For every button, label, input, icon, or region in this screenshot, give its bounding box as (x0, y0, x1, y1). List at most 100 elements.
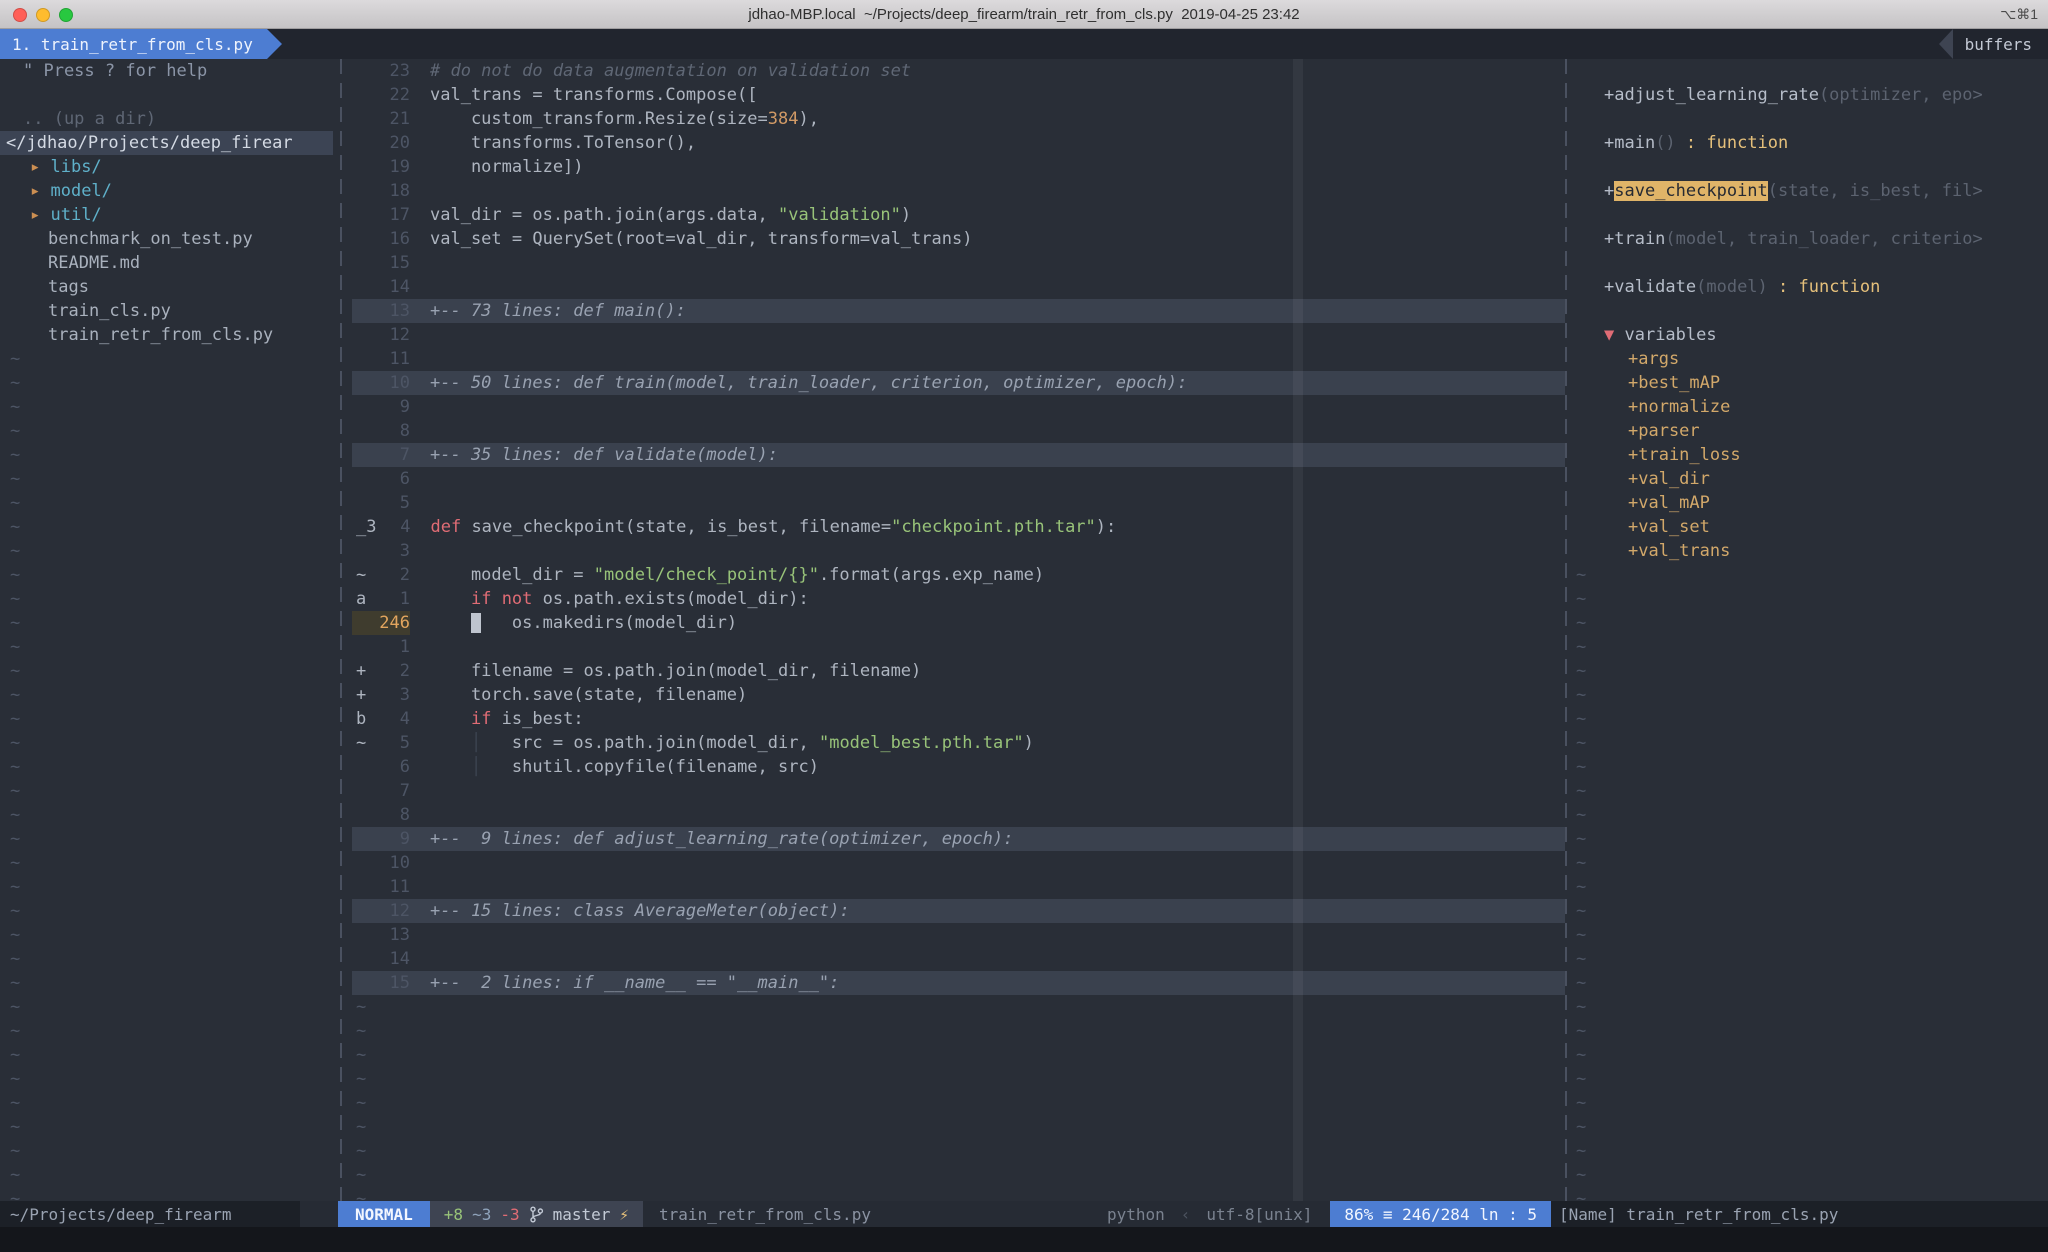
folder-collapsed-icon: ▸ (30, 181, 50, 201)
tree-dir-item[interactable]: ▸ util/ (0, 203, 333, 227)
code-text (410, 179, 430, 203)
empty-line-tilde: ~ (0, 1115, 333, 1139)
code-line[interactable]: 5 (352, 491, 1565, 515)
code-line[interactable]: 3 (352, 539, 1565, 563)
code-line[interactable]: 7 (352, 779, 1565, 803)
code-line[interactable]: 1 (352, 635, 1565, 659)
code-text (410, 923, 430, 947)
folded-code-line[interactable]: 9+-- 9 lines: def adjust_learning_rate(o… (352, 827, 1565, 851)
gutter-sign (352, 395, 376, 419)
code-line[interactable]: +2 filename = os.path.join(model_dir, fi… (352, 659, 1565, 683)
code-text: │ src = os.path.join(model_dir, "model_b… (410, 731, 1034, 755)
folded-code-line[interactable]: 13+-- 73 lines: def main(): (352, 299, 1565, 323)
tree-file-item[interactable]: README.md (0, 251, 333, 275)
code-line[interactable]: _34def save_checkpoint(state, is_best, f… (352, 515, 1565, 539)
code-text (410, 851, 430, 875)
code-line[interactable]: ~5 │ src = os.path.join(model_dir, "mode… (352, 731, 1565, 755)
code-line[interactable]: b4 if is_best: (352, 707, 1565, 731)
code-line[interactable]: a1 if not os.path.exists(model_dir): (352, 587, 1565, 611)
zoom-button[interactable] (59, 8, 73, 22)
code-line[interactable]: 12 (352, 323, 1565, 347)
editor-panel[interactable]: 23# do not do data augmentation on valid… (352, 59, 1565, 1201)
tag-item[interactable] (1572, 59, 2048, 83)
code-line[interactable]: 17val_dir = os.path.join(args.data, "val… (352, 203, 1565, 227)
code-line[interactable]: 16val_set = QuerySet(root=val_dir, trans… (352, 227, 1565, 251)
tree-file-item[interactable]: train_cls.py (0, 299, 333, 323)
tag-item[interactable]: ▼ variables (1572, 323, 2048, 347)
empty-line-tilde: ~ (352, 1019, 1565, 1043)
code-text: val_set = QuerySet(root=val_dir, transfo… (410, 227, 972, 251)
tree-row[interactable] (0, 83, 333, 107)
code-line[interactable]: 11 (352, 875, 1565, 899)
tag-item[interactable]: +parser (1572, 419, 2048, 443)
code-line[interactable]: 6 │ shutil.copyfile(filename, src) (352, 755, 1565, 779)
folded-code-line[interactable]: 12+-- 15 lines: class AverageMeter(objec… (352, 899, 1565, 923)
code-line[interactable]: 18 (352, 179, 1565, 203)
code-line[interactable]: 19 normalize]) (352, 155, 1565, 179)
tree-row[interactable]: " Press ? for help (0, 59, 333, 83)
vim-command-line[interactable] (0, 1227, 2048, 1252)
tag-item[interactable]: +main() : function (1572, 131, 2048, 155)
tab-train-retr-from-cls[interactable]: 1. train_retr_from_cls.py (0, 29, 267, 59)
code-line[interactable]: 21 custom_transform.Resize(size=384), (352, 107, 1565, 131)
window-separator-right[interactable] (1565, 59, 1567, 1201)
code-line[interactable]: 6 (352, 467, 1565, 491)
window-separator-left[interactable] (340, 59, 342, 1201)
tree-row[interactable]: .. (up a dir) (0, 107, 333, 131)
tree-dir-item[interactable]: ▸ model/ (0, 179, 333, 203)
tag-item[interactable] (1572, 155, 2048, 179)
code-line[interactable]: 20 transforms.ToTensor(), (352, 131, 1565, 155)
tag-item[interactable]: +args (1572, 347, 2048, 371)
tag-item[interactable]: +save_checkpoint(state, is_best, fil> (1572, 179, 2048, 203)
gutter-sign (352, 635, 376, 659)
tree-file-item[interactable]: tags (0, 275, 333, 299)
code-line[interactable]: 8 (352, 419, 1565, 443)
code-line[interactable]: 10 (352, 851, 1565, 875)
code-line[interactable]: 11 (352, 347, 1565, 371)
filetype-label: python (1107, 1205, 1165, 1224)
gutter-sign (352, 779, 376, 803)
folded-code-line[interactable]: 10+-- 50 lines: def train(model, train_l… (352, 371, 1565, 395)
code-line[interactable]: 22val_trans = transforms.Compose([ (352, 83, 1565, 107)
tree-dir-item[interactable]: ▸ libs/ (0, 155, 333, 179)
line-number: 11 (376, 347, 410, 371)
tag-item[interactable]: +val_set (1572, 515, 2048, 539)
tag-item[interactable] (1572, 107, 2048, 131)
minimize-button[interactable] (36, 8, 50, 22)
tag-item[interactable] (1572, 203, 2048, 227)
folded-code-line[interactable]: 7+-- 35 lines: def validate(model): (352, 443, 1565, 467)
code-line[interactable]: 23# do not do data augmentation on valid… (352, 59, 1565, 83)
code-line[interactable]: 14 (352, 275, 1565, 299)
folded-code-line[interactable]: 15+-- 2 lines: if __name__ == "__main__"… (352, 971, 1565, 995)
tag-item[interactable] (1572, 299, 2048, 323)
tag-item[interactable] (1572, 251, 2048, 275)
tag-item[interactable]: +normalize (1572, 395, 2048, 419)
empty-line-tilde: ~ (0, 611, 333, 635)
close-button[interactable] (13, 8, 27, 22)
tree-file-item[interactable]: train_retr_from_cls.py (0, 323, 333, 347)
cursor-block (471, 613, 481, 633)
code-line[interactable]: ~2 model_dir = "model/check_point/{}".fo… (352, 563, 1565, 587)
tag-item[interactable]: +val_trans (1572, 539, 2048, 563)
code-line[interactable]: 13 (352, 923, 1565, 947)
tag-item[interactable]: +val_dir (1572, 467, 2048, 491)
tag-item[interactable]: +val_mAP (1572, 491, 2048, 515)
code-line[interactable]: 8 (352, 803, 1565, 827)
gutter-sign (352, 899, 376, 923)
code-line[interactable]: 15 (352, 251, 1565, 275)
code-line[interactable]: 246 os.makedirs(model_dir) (352, 611, 1565, 635)
tag-item[interactable]: +train(model, train_loader, criterio> (1572, 227, 2048, 251)
empty-line-tilde: ~ (0, 371, 333, 395)
tag-item[interactable]: +train_loss (1572, 443, 2048, 467)
tree-file-item[interactable]: benchmark_on_test.py (0, 227, 333, 251)
line-number: 18 (376, 179, 410, 203)
gutter-sign (352, 227, 376, 251)
tag-item[interactable]: +best_mAP (1572, 371, 2048, 395)
code-line[interactable]: 9 (352, 395, 1565, 419)
gutter-sign (352, 803, 376, 827)
code-line[interactable]: 14 (352, 947, 1565, 971)
code-line[interactable]: +3 torch.save(state, filename) (352, 683, 1565, 707)
tree-row[interactable]: </jdhao/Projects/deep_firear (0, 131, 333, 155)
tag-item[interactable]: +adjust_learning_rate(optimizer, epo> (1572, 83, 2048, 107)
tag-item[interactable]: +validate(model) : function (1572, 275, 2048, 299)
